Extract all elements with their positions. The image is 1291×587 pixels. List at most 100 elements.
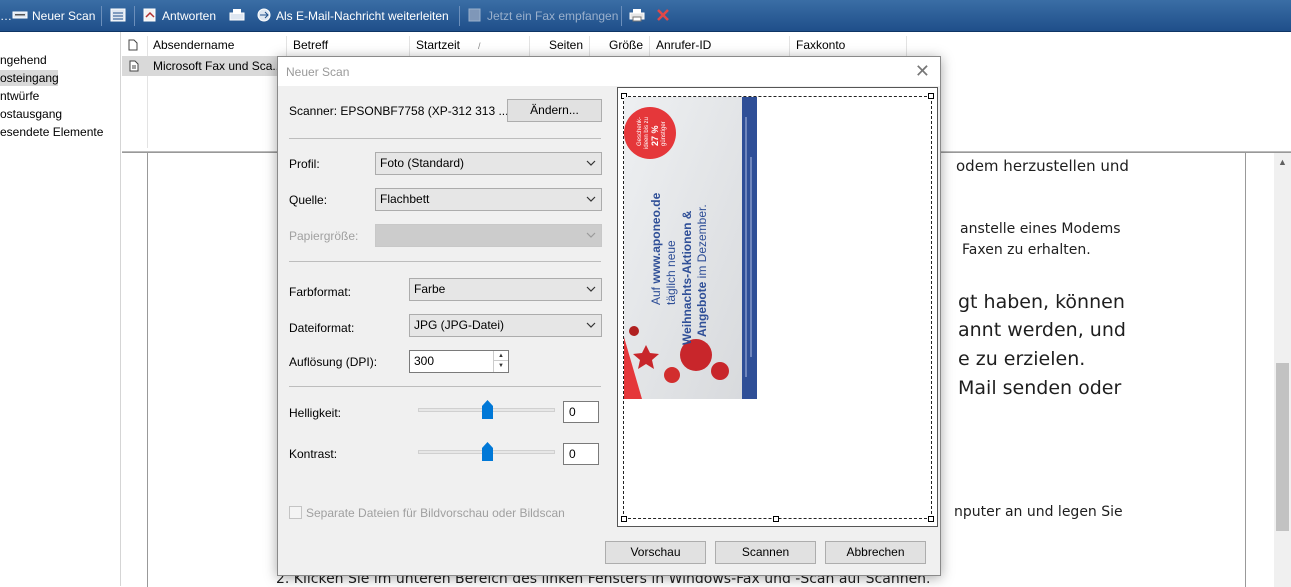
scan-preview[interactable]: Geschenk- ideen bis zu 27 % günstiger Au… <box>617 87 938 527</box>
reply-button[interactable]: Antworten <box>142 7 216 25</box>
column-header-size[interactable]: Größe <box>590 36 650 56</box>
new-scan-button[interactable]: Neuer Scan <box>12 7 95 25</box>
toolbar-separator <box>101 6 102 26</box>
print-button[interactable] <box>629 7 649 25</box>
dialog-title: Neuer Scan <box>286 65 350 79</box>
paper-size-select[interactable] <box>375 224 602 247</box>
file-format-label: Dateiformat: <box>289 321 355 335</box>
brightness-label: Helligkeit: <box>289 406 342 420</box>
scroll-thumb[interactable] <box>1276 363 1289 531</box>
svg-text:Auf www.aponeo.de: Auf www.aponeo.de <box>649 192 663 305</box>
brightness-value[interactable]: 0 <box>563 401 599 423</box>
view-button[interactable] <box>110 7 130 25</box>
contrast-value[interactable]: 0 <box>563 443 599 465</box>
chevron-down-icon <box>586 322 596 328</box>
divider <box>289 261 601 262</box>
cancel-button[interactable]: Abbrechen <box>825 541 926 564</box>
spinner-buttons: ▲ ▼ <box>493 351 508 372</box>
chevron-down-icon <box>586 232 596 238</box>
flyer-badge-percent: 27 % <box>650 125 660 146</box>
resolution-label: Auflösung (DPI): <box>289 355 378 369</box>
profile-label: Profil: <box>289 157 320 171</box>
ellipsis-icon: … <box>0 9 12 23</box>
document-text: Mail senden oder <box>958 377 1122 399</box>
new-scan-label: Neuer Scan <box>32 9 96 23</box>
tree-item-drafts[interactable]: ntwürfe <box>0 88 39 104</box>
forward-email-button[interactable]: Als E-Mail-Nachricht weiterleiten <box>256 7 449 25</box>
color-format-value: Farbe <box>414 282 446 296</box>
crop-handle[interactable] <box>621 516 627 522</box>
contrast-slider-thumb[interactable] <box>482 442 493 461</box>
flyer-text: täglich neue <box>664 240 678 305</box>
profile-select[interactable]: Foto (Standard) <box>375 152 602 175</box>
tree-item-label: osteingang <box>0 71 59 85</box>
contrast-label: Kontrast: <box>289 447 338 461</box>
flyer-headline: Weihnachts-Aktionen & <box>680 210 694 345</box>
toolbar: … Neuer Scan Antworten Als E-Mail-Nachri… <box>0 0 1291 32</box>
spinner-down-icon[interactable]: ▼ <box>494 361 508 371</box>
receive-fax-button[interactable]: Jetzt ein Fax empfangen <box>467 7 618 25</box>
close-icon[interactable]: ✕ <box>915 61 930 82</box>
forward-email-label: Als E-Mail-Nachricht weiterleiten <box>276 9 449 23</box>
flyer-badge-text: günstiger <box>661 121 667 146</box>
document-text: gt haben, können <box>958 291 1125 313</box>
vertical-scrollbar[interactable]: ▲ <box>1274 153 1291 587</box>
brightness-slider-thumb[interactable] <box>482 400 493 419</box>
color-format-label: Farbformat: <box>289 285 352 299</box>
crop-handle[interactable] <box>928 516 934 522</box>
document-text: nputer an und legen Sie <box>954 504 1123 520</box>
crop-handle[interactable] <box>928 93 934 99</box>
column-header-label: Startzeit <box>416 38 461 52</box>
sort-icon: / <box>478 41 481 51</box>
paper-size-label: Papiergröße: <box>289 229 359 243</box>
tree-item-outbox[interactable]: ostausgang <box>0 106 62 122</box>
separate-files-label: Separate Dateien für Bildvorschau oder B… <box>306 506 565 520</box>
document-text: odem herzustellen und <box>956 157 1129 175</box>
divider <box>289 386 601 387</box>
flyer-url: www.aponeo.de <box>649 192 663 284</box>
crop-handle[interactable] <box>773 516 779 522</box>
fax-icon <box>229 9 245 21</box>
column-header-sender[interactable]: Absendername <box>147 36 287 56</box>
column-header-starttime[interactable]: Startzeit / <box>410 36 530 56</box>
delete-icon <box>657 9 669 21</box>
delete-button[interactable] <box>655 7 675 25</box>
chevron-down-icon <box>586 196 596 202</box>
reply-label: Antworten <box>162 9 217 23</box>
separate-files-checkbox[interactable] <box>289 506 302 519</box>
spinner-up-icon[interactable]: ▲ <box>494 351 508 361</box>
toolbar-overflow[interactable]: … <box>0 7 12 25</box>
tree-item-inbox[interactable]: osteingang <box>0 70 59 86</box>
tree-item-incoming[interactable]: ngehend <box>0 52 47 68</box>
column-header-caller-id[interactable]: Anrufer-ID <box>650 36 790 56</box>
preview-button[interactable]: Vorschau <box>605 541 706 564</box>
scan-button[interactable]: Scannen <box>715 541 816 564</box>
column-header-pages[interactable]: Seiten <box>530 36 590 56</box>
profile-value: Foto (Standard) <box>380 156 465 170</box>
resolution-spinner[interactable]: 300 ▲ ▼ <box>409 350 509 373</box>
toolbar-separator <box>134 6 135 26</box>
change-scanner-button[interactable]: Ändern... <box>507 99 602 122</box>
divider <box>289 138 601 139</box>
source-select[interactable]: Flachbett <box>375 188 602 211</box>
source-value: Flachbett <box>380 192 430 206</box>
receive-fax-icon <box>468 8 481 22</box>
reply-icon <box>143 8 156 22</box>
scanner-label: Scanner: EPSONBF7758 (XP-312 313 ... <box>289 104 509 118</box>
file-format-select[interactable]: JPG (JPG-Datei) <box>409 314 602 337</box>
table-row[interactable]: Microsoft Fax und Sca... <box>122 56 287 76</box>
tree-item-sent[interactable]: esendete Elemente <box>0 124 103 140</box>
print-preview-button[interactable] <box>229 7 249 25</box>
toolbar-separator <box>459 6 460 26</box>
new-scan-dialog: Neuer Scan ✕ Scanner: EPSONBF7758 (XP-31… <box>277 56 941 576</box>
scroll-up-icon[interactable]: ▲ <box>1278 157 1287 167</box>
tree-item-label: ngehend <box>0 53 47 67</box>
flyer-text: im Dezember. <box>695 204 709 281</box>
column-header-subject[interactable]: Betreff <box>287 36 410 56</box>
flyer-text: Auf <box>649 284 663 305</box>
chevron-down-icon <box>586 160 596 166</box>
column-header-type[interactable] <box>122 36 148 56</box>
color-format-select[interactable]: Farbe <box>409 278 602 301</box>
source-label: Quelle: <box>289 193 328 207</box>
column-header-fax-account[interactable]: Faxkonto <box>790 36 907 56</box>
